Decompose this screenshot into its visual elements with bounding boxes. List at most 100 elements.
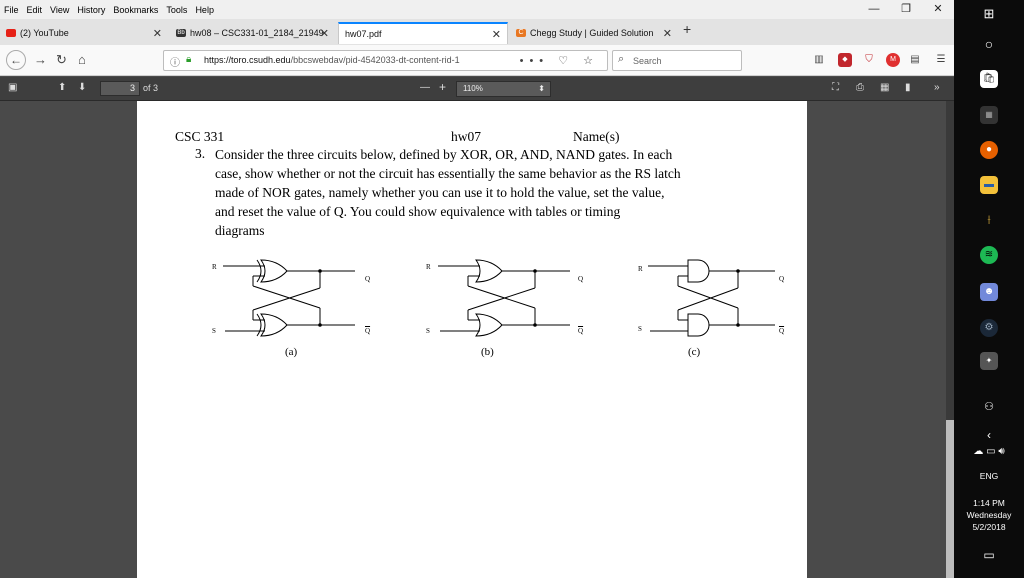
- circuit-b-s-label: S: [426, 327, 430, 335]
- system-tray-icons[interactable]: ☁ ▭ 🔊︎: [954, 446, 1024, 457]
- circuit-c-qbar-label: Q: [779, 327, 785, 335]
- page-actions-icons[interactable]: ••• ♡ ☆: [520, 54, 599, 67]
- tab-label: (2) YouTube: [20, 28, 69, 38]
- circuit-a-q-label: Q: [365, 275, 371, 283]
- homework-title: hw07: [451, 129, 481, 144]
- app-icon-2[interactable]: ✦: [954, 352, 1024, 370]
- circuit-c-diagram: [648, 259, 775, 337]
- zoom-value: 110%: [463, 84, 483, 93]
- file-explorer-icon[interactable]: ▬: [954, 176, 1024, 194]
- league-icon[interactable]: ⟊: [954, 211, 1024, 229]
- menu-bookmarks[interactable]: Bookmarks: [109, 5, 162, 15]
- forward-arrow-icon[interactable]: →: [34, 51, 47, 69]
- clock-time[interactable]: 1:14 PM: [954, 497, 1024, 509]
- zoom-select[interactable]: 110% ⬍: [456, 81, 551, 97]
- menu-edit[interactable]: Edit: [23, 5, 47, 15]
- url-text: https://toro.csudh.edu/bbcswebdav/pid-45…: [204, 55, 514, 65]
- bookmark-icon[interactable]: ▮: [905, 82, 911, 93]
- close-tab-icon[interactable]: ✕: [663, 27, 672, 40]
- close-tab-icon[interactable]: ✕: [492, 28, 501, 41]
- tab-hw08[interactable]: Bb hw08 – CSC331-01_2184_21949 ✕: [170, 22, 335, 44]
- hamburger-menu-icon[interactable]: ☰: [934, 53, 948, 67]
- search-placeholder: Search: [633, 56, 662, 66]
- ublock-icon[interactable]: ◆: [838, 53, 852, 67]
- window-controls: — ❐ ✕: [858, 0, 954, 19]
- chegg-icon: C: [516, 29, 526, 37]
- circuit-c-caption: (c): [688, 346, 701, 358]
- circuit-b-qbar-label: Q: [578, 327, 584, 335]
- people-icon[interactable]: ⚇: [954, 400, 1024, 413]
- home-icon[interactable]: ⌂: [78, 51, 86, 69]
- print-icon[interactable]: ⎙: [856, 82, 864, 93]
- restore-button[interactable]: ❐: [890, 0, 922, 19]
- zoom-out-icon[interactable]: —: [420, 82, 430, 93]
- tab-label: Chegg Study | Guided Solution: [530, 28, 654, 38]
- store-icon[interactable]: 🛍︎: [954, 70, 1024, 88]
- page-number-input[interactable]: 3: [100, 81, 140, 96]
- search-icon: ⌕: [618, 53, 625, 65]
- notification-icon[interactable]: ▭: [954, 548, 1024, 562]
- clock-day[interactable]: Wednesday: [954, 509, 1024, 521]
- circuit-c-s-label: S: [638, 325, 642, 333]
- circuit-c-r-label: R: [638, 265, 643, 273]
- circuit-a-caption: (a): [285, 346, 298, 358]
- tab-chegg[interactable]: C Chegg Study | Guided Solution ✕: [510, 22, 678, 44]
- extension-m-icon[interactable]: M: [886, 53, 900, 67]
- spotify-icon[interactable]: ≋: [954, 246, 1024, 264]
- menu-file[interactable]: File: [0, 5, 23, 15]
- language-indicator[interactable]: ENG: [954, 470, 1024, 482]
- presentation-mode-icon[interactable]: ⛶: [832, 82, 839, 93]
- circuit-b-q-label: Q: [578, 275, 584, 283]
- firefox-icon[interactable]: ●: [954, 141, 1024, 159]
- reload-icon[interactable]: ↻: [56, 51, 67, 69]
- back-arrow-icon[interactable]: ←: [6, 50, 26, 70]
- scrollbar-thumb[interactable]: [946, 420, 954, 578]
- menu-help[interactable]: Help: [191, 5, 218, 15]
- tab-hw07-pdf[interactable]: hw07.pdf ✕: [338, 22, 508, 44]
- chevron-up-icon[interactable]: ‹: [954, 428, 1024, 442]
- cortana-search-icon[interactable]: ○: [954, 36, 1024, 52]
- steam-icon[interactable]: ⚙: [954, 319, 1024, 337]
- page-count: of 3: [143, 83, 159, 93]
- previous-page-icon[interactable]: ⬆: [58, 82, 66, 93]
- windows-start-icon[interactable]: ⊞: [954, 6, 1024, 22]
- sidebar-toggle-icon[interactable]: ▣: [8, 82, 17, 93]
- windows-taskbar: ⊞ ○ 🛍︎ ▦ ● ▬ ⟊ ≋ ☻ ⚙ ✦ ⚇ ‹ ☁ ▭ 🔊︎ ENG 1:…: [954, 0, 1024, 578]
- tab-bar: (2) YouTube ✕ Bb hw08 – CSC331-01_2184_2…: [0, 19, 954, 45]
- search-box[interactable]: ⌕ Search: [612, 50, 742, 71]
- tools-chevron-icon[interactable]: »: [934, 82, 940, 93]
- zoom-in-icon[interactable]: +: [439, 80, 446, 94]
- sidebar-icon[interactable]: ▤: [908, 53, 922, 67]
- close-tab-icon[interactable]: ✕: [320, 27, 329, 40]
- tab-label: hw08 – CSC331-01_2184_21949: [190, 28, 324, 38]
- close-window-button[interactable]: ✕: [922, 0, 954, 19]
- minimize-button[interactable]: —: [858, 0, 890, 19]
- circuit-a-s-label: S: [212, 327, 216, 335]
- menu-history[interactable]: History: [73, 5, 109, 15]
- clock-date[interactable]: 5/2/2018: [954, 521, 1024, 533]
- discord-icon[interactable]: ☻: [954, 283, 1024, 301]
- tab-youtube[interactable]: (2) YouTube ✕: [0, 22, 168, 44]
- question-number: 3.: [195, 146, 206, 161]
- circuit-b-diagram: [438, 259, 570, 337]
- navigation-bar: ← → ↻ ⌂ ⓘ 🔒︎ https://toro.csudh.edu/bbcs…: [0, 45, 954, 76]
- browser-window: File Edit View History Bookmarks Tools H…: [0, 0, 954, 578]
- library-icon[interactable]: ▥: [812, 53, 826, 67]
- course-code: CSC 331: [175, 129, 225, 144]
- menu-view[interactable]: View: [46, 5, 73, 15]
- next-page-icon[interactable]: ⬇: [78, 82, 86, 93]
- menu-tools[interactable]: Tools: [162, 5, 191, 15]
- circuit-c-q-label: Q: [779, 275, 785, 283]
- url-bar[interactable]: ⓘ 🔒︎ https://toro.csudh.edu/bbcswebdav/p…: [163, 50, 608, 71]
- chevron-updown-icon: ⬍: [538, 84, 545, 93]
- app-icon[interactable]: ▦: [954, 106, 1024, 124]
- lock-icon: 🔒︎: [186, 54, 192, 65]
- pdf-toolbar: ▣ ⬆ ⬇ 3 of 3 — + 110% ⬍ ⛶ ⎙ ▦ ▮ »: [0, 77, 954, 101]
- shield-icon[interactable]: ⛉: [862, 53, 876, 67]
- youtube-icon: [6, 29, 16, 37]
- save-icon[interactable]: ▦: [880, 82, 889, 93]
- new-tab-button[interactable]: +: [683, 21, 691, 37]
- close-tab-icon[interactable]: ✕: [153, 27, 162, 40]
- circuit-a-r-label: R: [212, 263, 217, 271]
- info-icon[interactable]: ⓘ: [170, 54, 180, 69]
